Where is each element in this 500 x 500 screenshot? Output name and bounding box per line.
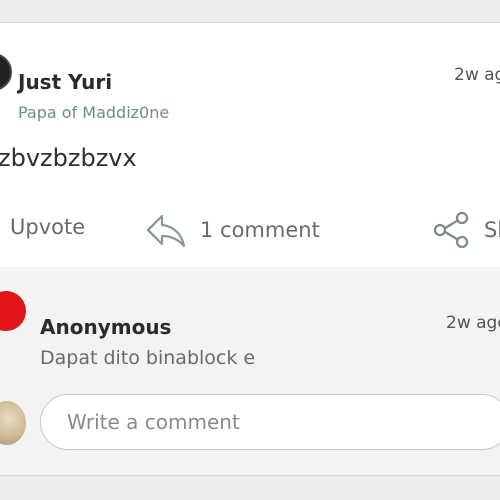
comment-text: Dapat dito binablock e: [40, 347, 256, 369]
upvote-button[interactable]: Upvote: [10, 215, 85, 239]
upvote-label: Upvote: [10, 215, 86, 239]
post-author[interactable]: Just Yuri: [18, 70, 112, 94]
post-body: zbvzbzbzvx: [0, 144, 137, 172]
post-header: Just Yuri Papa of Maddiz0ne 2w ago: [0, 23, 500, 122]
comment-timestamp: 2w ago: [446, 313, 500, 333]
author-avatar[interactable]: [0, 53, 12, 91]
current-user-avatar: [0, 401, 26, 445]
post-actions: Upvote 1 comment Share: [0, 205, 500, 255]
share-label: Share: [484, 218, 500, 242]
comment-author: Anonymous: [40, 315, 172, 339]
author-subtitle: Papa of Maddiz0ne: [18, 103, 170, 122]
share-icon: [433, 211, 469, 249]
post-timestamp: 2w ago: [454, 65, 500, 85]
post-card: Just Yuri Papa of Maddiz0ne 2w ago zbvzb…: [0, 22, 500, 476]
anonymous-avatar: [0, 291, 26, 331]
share-button[interactable]: Share: [432, 211, 500, 249]
comments-section: Anonymous 2w ago Dapat dito binablock e: [0, 267, 500, 475]
reply-arrow-icon: [146, 214, 186, 248]
comment-count-label: 1 comment: [200, 218, 320, 242]
comment-button[interactable]: 1 comment: [146, 211, 320, 249]
comment-input[interactable]: [40, 394, 500, 450]
